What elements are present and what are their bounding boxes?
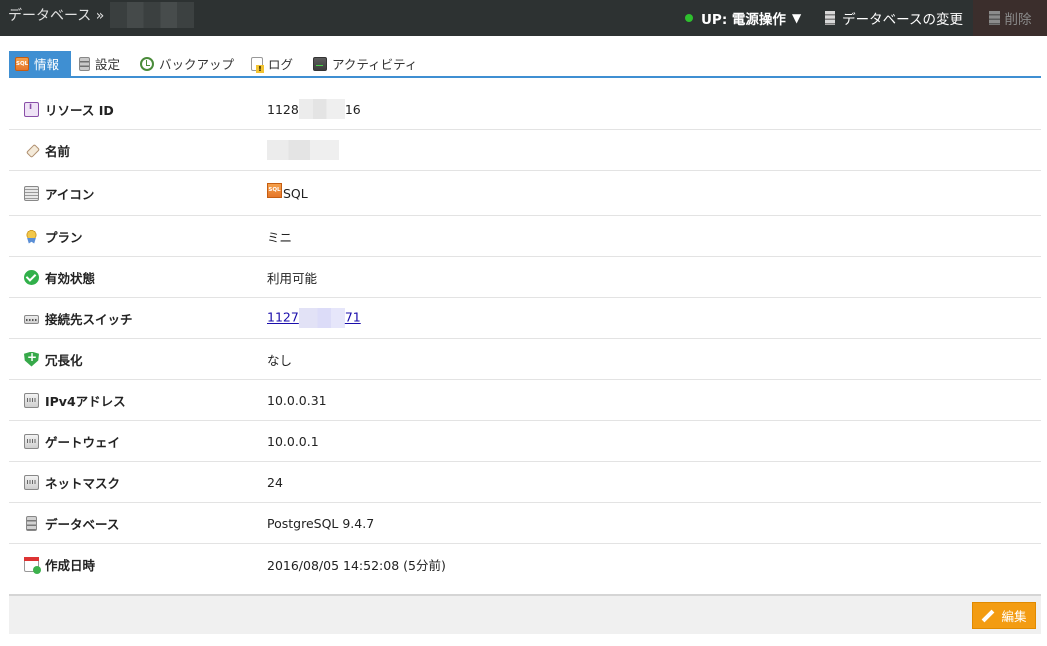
network-icon bbox=[24, 474, 39, 490]
tab-activity-label: アクティビティ bbox=[332, 57, 418, 72]
switch-id-suffix: 71 bbox=[344, 309, 361, 325]
caret-down-icon: ▼ bbox=[791, 11, 802, 25]
calendar-icon bbox=[24, 556, 41, 574]
change-database-button[interactable]: データベースの変更 bbox=[825, 8, 963, 28]
power-menu-button[interactable]: UP: 電源操作 ▼ bbox=[684, 8, 802, 28]
row-plan: プラン ミニ bbox=[9, 216, 1041, 257]
activity-icon bbox=[313, 56, 327, 71]
backup-icon bbox=[140, 56, 154, 71]
switch-icon bbox=[24, 315, 39, 324]
redacted-switch-id bbox=[298, 308, 345, 328]
network-icon bbox=[24, 433, 39, 449]
row-ipv4: IPv4アドレス 10.0.0.31 bbox=[9, 380, 1041, 421]
redacted-id bbox=[298, 99, 345, 119]
row-icon: アイコン SQL bbox=[9, 171, 1041, 216]
tab-backup-label: バックアップ bbox=[159, 57, 235, 72]
resource-id-suffix: 16 bbox=[344, 101, 361, 117]
tab-info[interactable]: 情報 bbox=[9, 51, 71, 76]
gateway-value: 10.0.0.1 bbox=[267, 433, 319, 449]
settings-icon bbox=[79, 56, 90, 71]
database-icon bbox=[825, 11, 836, 25]
row-created: 作成日時 2016/08/05 14:52:08 (5分前) bbox=[9, 544, 1041, 585]
resource-id-prefix: 1128 bbox=[267, 101, 299, 117]
delete-label: 削除 bbox=[1004, 12, 1032, 28]
row-switch: 接続先スイッチ 1127 71 bbox=[9, 298, 1041, 339]
availability-label: 有効状態 bbox=[45, 270, 96, 286]
sql-icon bbox=[267, 182, 282, 198]
plan-label: プラン bbox=[45, 229, 83, 245]
tag-icon bbox=[24, 143, 39, 158]
row-name: 名前 bbox=[9, 130, 1041, 171]
redundancy-value: なし bbox=[267, 352, 293, 368]
trash-icon bbox=[988, 11, 1000, 25]
award-icon bbox=[24, 228, 39, 244]
database-icon bbox=[26, 515, 37, 531]
redacted-resource-name bbox=[110, 1, 195, 28]
row-availability: 有効状態 利用可能 bbox=[9, 257, 1041, 298]
redacted-name bbox=[267, 140, 339, 160]
power-label: UP: 電源操作 bbox=[700, 12, 786, 28]
icon-label: アイコン bbox=[45, 186, 95, 202]
pencil-icon bbox=[982, 609, 995, 622]
change-database-label: データベースの変更 bbox=[842, 12, 963, 28]
icon-value: SQL bbox=[283, 185, 308, 201]
switch-id-prefix: 1127 bbox=[267, 309, 299, 325]
breadcrumb: データベース » bbox=[8, 0, 195, 34]
netmask-label: ネットマスク bbox=[45, 475, 121, 491]
row-gateway: ゲートウェイ 10.0.0.1 bbox=[9, 421, 1041, 462]
footer-bar: 編集 bbox=[9, 594, 1041, 634]
created-value: 2016/08/05 14:52:08 (5分前) bbox=[267, 557, 446, 573]
tab-log[interactable]: ログ bbox=[251, 51, 293, 76]
delete-button[interactable]: 削除 bbox=[973, 0, 1047, 36]
tab-bar: 情報 設定 バックアップ ログ アクティビティ bbox=[9, 51, 1041, 78]
switch-label: 接続先スイッチ bbox=[45, 311, 133, 327]
netmask-value: 24 bbox=[267, 474, 283, 490]
switch-link[interactable]: 1127 71 bbox=[267, 308, 361, 328]
tab-info-label: 情報 bbox=[34, 57, 60, 72]
status-dot-icon bbox=[684, 14, 693, 22]
ipv4-label: IPv4アドレス bbox=[45, 393, 126, 409]
network-icon bbox=[24, 392, 39, 408]
check-circle-icon bbox=[24, 269, 39, 285]
ipv4-value: 10.0.0.31 bbox=[267, 392, 327, 408]
tab-backup[interactable]: バックアップ bbox=[140, 51, 234, 76]
name-label: 名前 bbox=[45, 143, 71, 159]
tab-activity[interactable]: アクティビティ bbox=[313, 51, 417, 76]
sql-icon bbox=[15, 56, 29, 71]
created-label: 作成日時 bbox=[45, 557, 96, 573]
details-table: リソース ID 1128 16 名前 アイコン SQL プラン ミニ 有効状態 … bbox=[9, 89, 1041, 585]
tab-settings[interactable]: 設定 bbox=[79, 51, 120, 76]
gateway-label: ゲートウェイ bbox=[45, 434, 121, 450]
id-card-icon bbox=[24, 101, 39, 117]
tab-settings-label: 設定 bbox=[95, 57, 121, 72]
availability-value: 利用可能 bbox=[267, 270, 318, 286]
resource-id-label: リソース ID bbox=[45, 102, 114, 118]
row-netmask: ネットマスク 24 bbox=[9, 462, 1041, 503]
row-resource-id: リソース ID 1128 16 bbox=[9, 89, 1041, 130]
tab-log-label: ログ bbox=[268, 57, 294, 72]
shield-plus-icon bbox=[24, 351, 39, 367]
top-header: データベース » UP: 電源操作 ▼ データベースの変更 削除 bbox=[0, 0, 1047, 36]
row-database: データベース PostgreSQL 9.4.7 bbox=[9, 503, 1041, 544]
edit-label: 編集 bbox=[1001, 609, 1027, 624]
database-value: PostgreSQL 9.4.7 bbox=[267, 515, 375, 531]
icon-settings-icon bbox=[24, 185, 39, 201]
redundancy-label: 冗長化 bbox=[45, 352, 83, 368]
row-redundancy: 冗長化 なし bbox=[9, 339, 1041, 380]
log-icon bbox=[251, 56, 264, 73]
breadcrumb-text[interactable]: データベース » bbox=[8, 8, 104, 24]
plan-value: ミニ bbox=[267, 229, 293, 245]
edit-button[interactable]: 編集 bbox=[972, 602, 1036, 629]
database-label: データベース bbox=[45, 516, 120, 532]
